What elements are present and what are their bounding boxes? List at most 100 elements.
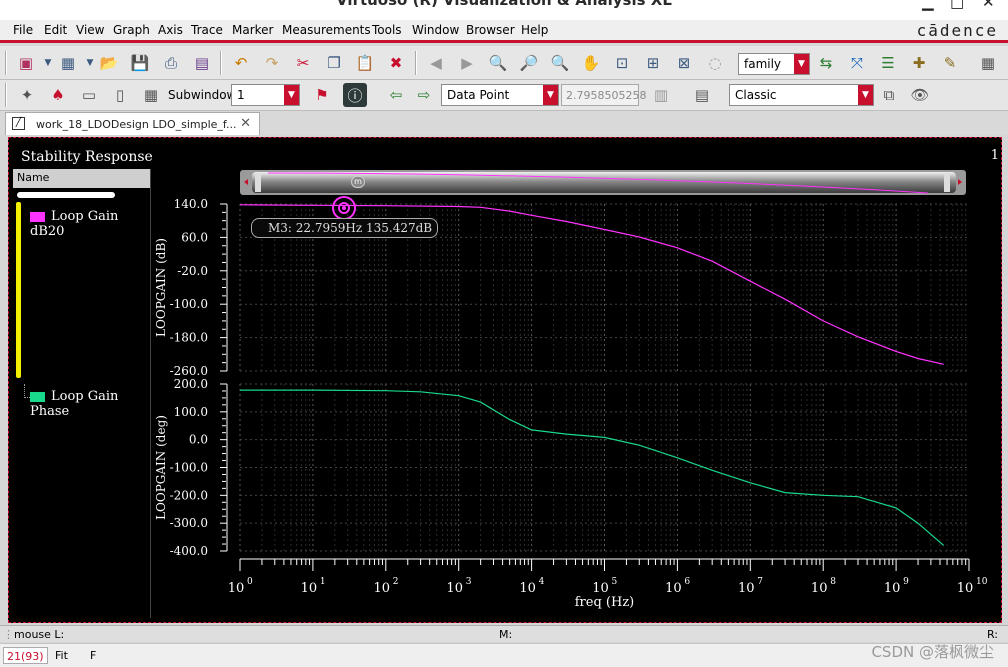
menu-marker[interactable]: Marker xyxy=(232,23,273,37)
visibility-icon[interactable]: 👁 xyxy=(908,83,932,107)
subwindow-combo[interactable]: 1 ▼ xyxy=(231,84,300,106)
traces-layer xyxy=(239,204,945,546)
add-trace-icon[interactable]: ✚ xyxy=(907,51,931,75)
close-window-icon[interactable]: ✕ xyxy=(982,0,995,11)
cards-icon[interactable]: ♠ xyxy=(46,83,70,107)
menu-tools[interactable]: Tools xyxy=(372,23,402,37)
histogram-icon[interactable]: ▥ xyxy=(649,83,673,107)
menu-trace[interactable]: Trace xyxy=(191,23,223,37)
back-icon[interactable]: ◀ xyxy=(424,51,448,75)
y-tick-label: -300.0 xyxy=(170,516,208,530)
x-tick-label: 10 xyxy=(374,581,391,596)
menu-measurements[interactable]: Measurements xyxy=(282,23,371,37)
maximize-icon[interactable]: □ xyxy=(950,0,964,11)
info-icon[interactable]: ⓘ xyxy=(343,83,367,107)
undo-icon[interactable]: ↶ xyxy=(229,51,253,75)
chevron-down-icon[interactable]: ▼ xyxy=(543,85,558,105)
menu-browser[interactable]: Browser xyxy=(466,23,515,37)
command-counter: 21(93) xyxy=(3,647,48,664)
x-tick-exponent: 0 xyxy=(247,577,253,587)
phase-swatch xyxy=(30,391,45,402)
x-tick-exponent: 7 xyxy=(757,577,763,587)
new-subwindow-icon[interactable]: ▦ xyxy=(56,51,80,75)
grid-icon[interactable]: ▦ xyxy=(976,51,1000,75)
x-tick-label: 10 xyxy=(592,581,609,596)
x-tick-label: 10 xyxy=(446,581,463,596)
tab-label: work_18_LDODesign LDO_simple_f... xyxy=(36,118,237,131)
subwindow-combo-value: 1 xyxy=(237,88,245,102)
zoom-box-icon[interactable]: ⊞ xyxy=(641,51,665,75)
zoom-reset-icon[interactable]: ◌ xyxy=(703,51,727,75)
previous-point-icon[interactable]: ⇦ xyxy=(384,83,408,107)
legend-scrollbar[interactable] xyxy=(17,192,115,198)
menu-window[interactable]: Window xyxy=(412,23,459,37)
strip-traces-icon[interactable]: ⇆ xyxy=(814,51,838,75)
chevron-down-icon[interactable]: ▼ xyxy=(794,54,809,74)
wand-icon[interactable]: ✦ xyxy=(15,83,39,107)
subwindow-label: Subwindow: xyxy=(168,88,240,102)
zoom-out-icon[interactable]: 🔍 xyxy=(548,51,572,75)
horizontal-split-icon[interactable]: ▭ xyxy=(77,83,101,107)
data-point-value-field[interactable]: 2.7958505258 xyxy=(561,84,646,106)
menu-file[interactable]: File xyxy=(13,23,33,37)
cut-icon[interactable]: ✂ xyxy=(291,51,315,75)
data-point-combo[interactable]: Data Point ▼ xyxy=(441,84,559,106)
close-tab-icon[interactable]: ✕ xyxy=(240,116,251,131)
save-icon[interactable]: 💾 xyxy=(128,51,152,75)
legend-name-header: Name xyxy=(13,169,150,188)
strip-group-bar[interactable] xyxy=(16,202,21,378)
zoom-x-icon[interactable]: 🔎 xyxy=(517,51,541,75)
family-combo[interactable]: family ▼ xyxy=(738,53,810,75)
tab-ldo-design[interactable]: ╱ work_18_LDODesign LDO_simple_f... ✕ xyxy=(5,112,260,135)
mouse-left-status: mouse L: xyxy=(14,628,65,641)
graph-subwindow[interactable]: Stability Response 1 Name Loop Gain dB20… xyxy=(8,137,1002,623)
marker-label[interactable]: M3: 22.7959Hz 135.427dB xyxy=(251,218,439,238)
legend-item-phase[interactable]: Loop Gain Phase xyxy=(30,389,150,419)
menu-view[interactable]: View xyxy=(76,23,104,37)
chevron-down-icon[interactable]: ▼ xyxy=(284,85,299,105)
data-point-value: 2.7958505258 xyxy=(566,89,647,102)
copy-icon[interactable]: ❐ xyxy=(322,51,346,75)
x-tick-exponent: 9 xyxy=(903,577,909,587)
stack-traces-icon[interactable]: ☰ xyxy=(876,51,900,75)
new-window-icon[interactable]: ▣ xyxy=(14,51,38,75)
pan-icon[interactable]: ✋ xyxy=(579,51,603,75)
chevron-down-icon[interactable]: ▼ xyxy=(858,85,873,105)
y-tick-label: -180.0 xyxy=(170,331,208,345)
forward-icon[interactable]: ▶ xyxy=(455,51,479,75)
print-icon[interactable]: ⎙ xyxy=(159,51,183,75)
overlay-traces-icon[interactable]: ⤧ xyxy=(845,51,869,75)
menu-axis[interactable]: Axis xyxy=(158,23,183,37)
fit-icon[interactable]: ⊡ xyxy=(610,51,634,75)
graph-print-icon[interactable]: ▤ xyxy=(190,51,214,75)
graph-window-icon: ╱ xyxy=(12,117,25,130)
x-scrollbar[interactable] xyxy=(240,170,966,195)
open-folder-icon[interactable]: 📂 xyxy=(97,51,121,75)
plot-canvas[interactable]: 140.060.0-20.0-100.0-180.0-260.0LOOPGAIN… xyxy=(8,137,1002,623)
flag-icon[interactable]: ⚑ xyxy=(310,83,334,107)
calculator-icon[interactable]: ▤ xyxy=(690,83,714,107)
menu-graph[interactable]: Graph xyxy=(113,23,150,37)
flag-status: F xyxy=(90,649,97,662)
zoom-region-icon[interactable]: ⊠ xyxy=(672,51,696,75)
legend-item-gain[interactable]: Loop Gain dB20 xyxy=(30,209,150,239)
paste-icon[interactable]: 📋 xyxy=(353,51,377,75)
next-point-icon[interactable]: ⇨ xyxy=(412,83,436,107)
menu-edit[interactable]: Edit xyxy=(44,23,67,37)
tile-icon[interactable]: ▦ xyxy=(139,83,163,107)
plot-title: Stability Response xyxy=(21,149,153,165)
marker-handle[interactable]: m xyxy=(351,176,365,188)
y-axis-label: LOOPGAIN (deg) xyxy=(154,415,168,520)
zoom-in-icon[interactable]: 🔍 xyxy=(486,51,510,75)
vertical-split-icon[interactable]: ▯ xyxy=(108,83,132,107)
style-combo[interactable]: Classic ▼ xyxy=(729,84,874,106)
minimize-icon[interactable]: ▁ xyxy=(922,0,934,11)
redo-icon[interactable]: ↷ xyxy=(260,51,284,75)
menu-help[interactable]: Help xyxy=(521,23,548,37)
properties-icon[interactable]: ⧉ xyxy=(877,83,901,107)
mode-status: Fit xyxy=(55,649,68,662)
marker-ring[interactable] xyxy=(332,196,356,220)
trace-legend: Name Loop Gain dB20 Loop Gain Phase xyxy=(13,169,151,618)
edit-trace-icon[interactable]: ✎ xyxy=(938,51,962,75)
delete-icon[interactable]: ✖ xyxy=(384,51,408,75)
